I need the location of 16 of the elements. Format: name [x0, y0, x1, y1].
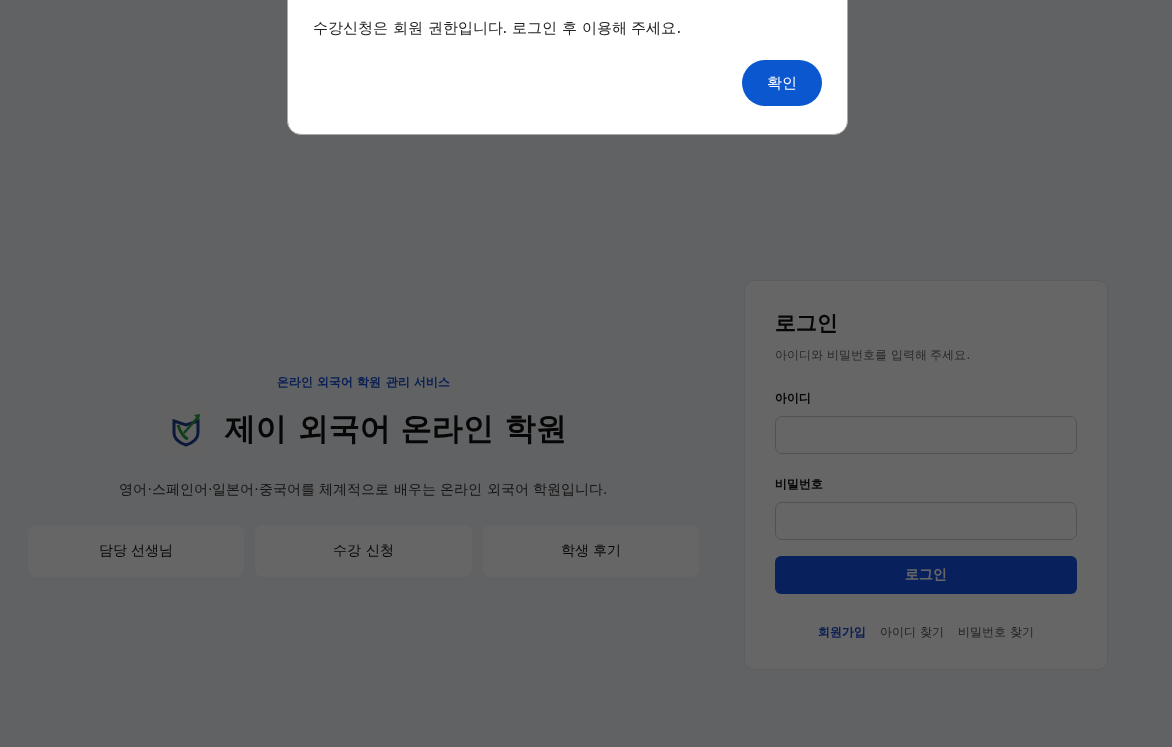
link[interactable]: 비밀번호 찾기 [958, 624, 1034, 641]
menu-button[interactable]: 학생 후기 [482, 524, 699, 577]
menu-button[interactable]: 담당 선생님 [28, 524, 245, 577]
menu-button[interactable]: 수강 신청 [255, 524, 472, 577]
dialog-message: 수강신청은 회원 권한입니다. 로그인 후 이용해 주세요. [313, 19, 683, 38]
login-instruction: 아이디와 비밀번호를 입력해 주세요. [775, 347, 972, 364]
field-label: 비밀번호 [775, 476, 824, 493]
confirm-button[interactable]: 확인 [742, 60, 822, 106]
academy-description: 영어·스페인어·일본어·중국어를 체계적으로 배우는 온라인 외국어 학원입니다. [119, 480, 608, 499]
academy-title: 제이 외국어 온라인 학원 [224, 408, 568, 448]
signup-link[interactable]: 회원가입 [818, 624, 867, 641]
field-label: 아이디 [775, 390, 812, 407]
service-tagline: 온라인 외국어 학원 관리 서비스 [277, 373, 450, 391]
login-title: 로그인 [775, 310, 839, 337]
login-button[interactable]: 로그인 [775, 556, 1077, 594]
link[interactable]: 아이디 찾기 [880, 624, 944, 641]
